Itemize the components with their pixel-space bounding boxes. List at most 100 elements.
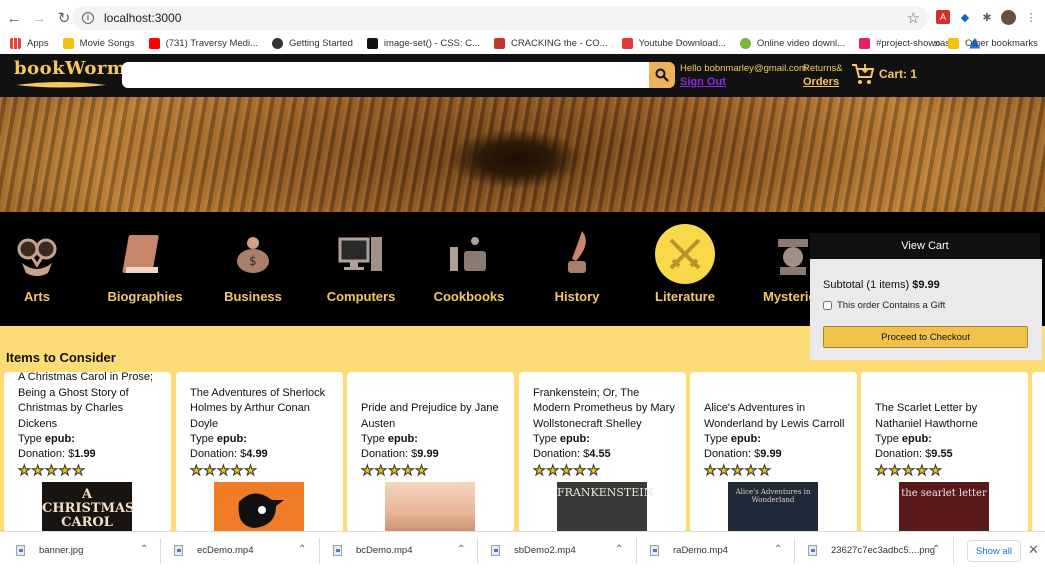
book-cover-image[interactable]: the searlet letter: [899, 482, 989, 532]
back-arrow-icon[interactable]: ←: [3, 7, 25, 29]
divider: [477, 538, 478, 564]
book-cover-image[interactable]: [385, 482, 475, 532]
site-info-icon[interactable]: i: [82, 12, 94, 24]
search-icon: [655, 68, 669, 82]
bookmark-label: Online video downl...: [756, 37, 846, 49]
download-item[interactable]: 23627c7ec3adbc5....png ⌃: [808, 532, 948, 568]
book-cover-image[interactable]: [214, 482, 304, 532]
book-title[interactable]: Pride and Prejudice by Jane Austen: [361, 386, 504, 432]
bookmark-cracking[interactable]: CRACKING the - CO...: [493, 37, 608, 49]
download-item[interactable]: bcDemo.mp4 ⌃: [333, 532, 473, 568]
download-item[interactable]: raDemo.mp4 ⌃: [650, 532, 790, 568]
book-card[interactable]: The Adventures of Sherlock Holmes by Art…: [176, 372, 343, 532]
orders-link[interactable]: Orders: [803, 76, 839, 88]
more-bookmarks[interactable]: »: [934, 36, 941, 50]
bookmark-traversy[interactable]: (731) Traversy Medi...: [148, 37, 258, 49]
book-card[interactable]: Pride and Prejudice by Jane Austen Type …: [347, 372, 514, 532]
rating-stars: ★★★★★: [190, 462, 258, 479]
browser-menu-icon[interactable]: ⋮: [1024, 10, 1038, 24]
detective-silhouette-icon: [238, 493, 284, 528]
download-arrow-icon: [739, 37, 751, 49]
apps-grid-icon: [10, 37, 21, 49]
book-type: Type epub:: [18, 433, 75, 445]
book-donation: Donation: $9.55: [875, 448, 953, 460]
bookmark-movie-songs[interactable]: Movie Songs: [62, 37, 135, 49]
forward-arrow-icon[interactable]: →: [28, 7, 50, 29]
category-history[interactable]: History: [532, 224, 622, 304]
download-filename: raDemo.mp4: [673, 545, 728, 556]
category-computers[interactable]: Computers: [316, 224, 406, 304]
category-cookbooks[interactable]: Cookbooks: [424, 224, 514, 304]
rating-stars: ★★★★★: [18, 462, 86, 479]
book-cover-image[interactable]: FRANKENSTEIN: [557, 482, 653, 532]
bookmark-label: Apps: [27, 37, 49, 49]
close-icon[interactable]: ✕: [1028, 542, 1039, 558]
other-bookmarks[interactable]: Other bookmarks: [948, 37, 1038, 49]
book-card[interactable]: Alice's Adventures in Wonderland by Lewi…: [690, 372, 857, 532]
cart-button[interactable]: Cart: 1: [851, 62, 917, 86]
sign-out-link[interactable]: Sign Out: [680, 76, 726, 88]
book-card[interactable]: The Scarlet Letter by Nathaniel Hawthorn…: [861, 372, 1028, 532]
browser-toolbar: ← → ↻ i localhost:3000 ☆ A ◆ ✱ ⋮: [0, 4, 1045, 32]
bookmark-getting-started[interactable]: Getting Started: [271, 37, 353, 49]
address-url[interactable]: localhost:3000: [104, 11, 181, 25]
book-title[interactable]: A Christmas Carol in Prose; Being a Ghos…: [18, 372, 161, 432]
download-item[interactable]: banner.jpg ⌃: [16, 532, 156, 568]
file-icon: [333, 545, 342, 556]
book-cover-image[interactable]: A CHRISTMAS CAROL: [42, 482, 134, 532]
book-title[interactable]: Frankenstein; Or, The Modern Prometheus …: [533, 386, 676, 432]
gift-checkbox[interactable]: [823, 301, 832, 310]
file-icon: [650, 545, 659, 556]
address-bar[interactable]: i localhost:3000 ☆: [72, 6, 928, 30]
gift-option[interactable]: This order Contains a Gift: [823, 300, 945, 311]
bookmark-online-video[interactable]: Online video downl...: [739, 37, 846, 49]
book-title[interactable]: Alice's Adventures in Wonderland by Lewi…: [704, 386, 847, 432]
book-cover-image[interactable]: Alice's Adventures in Wonderland: [728, 482, 818, 532]
book-title[interactable]: The Adventures of Sherlock Holmes by Art…: [190, 386, 333, 432]
extensions-puzzle-icon[interactable]: ✱: [980, 10, 994, 24]
download-item[interactable]: ecDemo.mp4 ⌃: [174, 532, 314, 568]
book-donation: Donation: $9.99: [704, 448, 782, 460]
book-donation: Donation: $1.99: [18, 448, 96, 460]
book-title[interactable]: The Scarlet Letter by Nathaniel Hawthorn…: [875, 386, 1018, 432]
bookmark-youtube-download[interactable]: Youtube Download...: [621, 37, 726, 49]
show-all-downloads-button[interactable]: Show all: [967, 540, 1021, 562]
folder-icon: [948, 37, 959, 49]
bookmark-image-set[interactable]: image-set() - CSS: C...: [366, 37, 480, 49]
search-input[interactable]: [122, 62, 649, 88]
book-card[interactable]: Frankenstein; Or, The Modern Prometheus …: [519, 372, 686, 532]
book-card[interactable]: A Christmas Carol in Prose; Being a Ghos…: [4, 372, 171, 532]
chevron-up-icon[interactable]: ⌃: [140, 544, 148, 555]
site-header: bookWorm Hello bobnmarley@gmail.com Sign…: [0, 54, 1045, 97]
bookmark-star-icon[interactable]: ☆: [907, 9, 920, 27]
view-cart-header[interactable]: View Cart: [810, 233, 1040, 259]
download-shelf: banner.jpg ⌃ ecDemo.mp4 ⌃ bcDemo.mp4 ⌃ s…: [0, 531, 1045, 568]
download-item[interactable]: sbDemo2.mp4 ⌃: [491, 532, 631, 568]
chevron-up-icon[interactable]: ⌃: [298, 544, 306, 555]
chevron-up-icon[interactable]: ⌃: [932, 544, 940, 555]
rating-stars: ★★★★★: [533, 462, 601, 479]
divider: [636, 538, 637, 564]
pd-icon: [493, 37, 505, 49]
search-button[interactable]: [649, 62, 675, 88]
category-literature[interactable]: Literature: [640, 224, 730, 304]
returns-label[interactable]: Returns&: [803, 63, 843, 74]
profile-avatar[interactable]: [1001, 10, 1016, 25]
category-biographies[interactable]: Biographies: [100, 224, 190, 304]
bookmark-label: (731) Traversy Medi...: [165, 37, 258, 49]
site-logo[interactable]: bookWorm: [14, 58, 126, 79]
pdf-extension-icon[interactable]: A: [936, 10, 950, 24]
chevron-up-icon[interactable]: ⌃: [774, 544, 782, 555]
category-arts[interactable]: Arts: [0, 224, 82, 304]
book-type: Type epub:: [875, 433, 932, 445]
file-icon: [174, 545, 183, 556]
divider: [794, 538, 795, 564]
category-business[interactable]: $ Business: [208, 224, 298, 304]
bookmark-apps[interactable]: Apps: [10, 37, 49, 49]
chevron-up-icon[interactable]: ⌃: [457, 544, 465, 555]
proceed-to-checkout-button[interactable]: Proceed to Checkout: [823, 326, 1028, 348]
category-label: Business: [224, 289, 282, 304]
chevron-up-icon[interactable]: ⌃: [615, 544, 623, 555]
extension-blue-icon[interactable]: ◆: [958, 10, 972, 24]
book-card[interactable]: [1032, 372, 1045, 532]
